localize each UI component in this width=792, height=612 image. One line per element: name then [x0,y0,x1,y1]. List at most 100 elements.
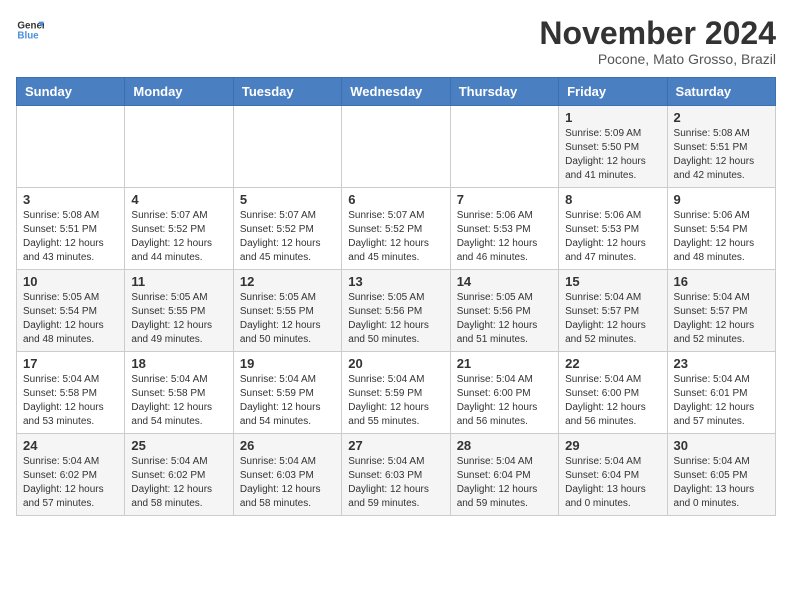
day-info: Sunrise: 5:06 AM Sunset: 5:54 PM Dayligh… [674,209,769,265]
day-number: 13 [348,274,443,289]
day-info: Sunrise: 5:08 AM Sunset: 5:51 PM Dayligh… [674,127,769,183]
day-info: Sunrise: 5:04 AM Sunset: 6:02 PM Dayligh… [131,455,226,511]
week-row-2: 3 Sunrise: 5:08 AM Sunset: 5:51 PM Daylig… [17,188,776,270]
day-number: 19 [240,356,335,371]
weekday-header-thursday: Thursday [450,78,558,106]
calendar-cell: 10 Sunrise: 5:05 AM Sunset: 5:54 PM Dayli… [17,270,125,352]
day-info: Sunrise: 5:06 AM Sunset: 5:53 PM Dayligh… [457,209,552,265]
day-info: Sunrise: 5:04 AM Sunset: 5:57 PM Dayligh… [674,291,769,347]
logo-icon: General Blue [16,16,44,44]
calendar-cell: 28 Sunrise: 5:04 AM Sunset: 6:04 PM Dayli… [450,434,558,516]
day-number: 16 [674,274,769,289]
day-info: Sunrise: 5:07 AM Sunset: 5:52 PM Dayligh… [131,209,226,265]
week-row-5: 24Sunrise: 5:04 AM Sunset: 6:02 PM Dayli… [17,434,776,516]
calendar-cell: 5 Sunrise: 5:07 AM Sunset: 5:52 PM Daylig… [233,188,341,270]
day-info: Sunrise: 5:04 AM Sunset: 6:03 PM Dayligh… [348,455,443,511]
day-number: 11 [131,274,226,289]
calendar-cell [125,106,233,188]
day-number: 30 [674,438,769,453]
calendar-cell: 14 Sunrise: 5:05 AM Sunset: 5:56 PM Dayli… [450,270,558,352]
weekday-header-tuesday: Tuesday [233,78,341,106]
calendar-cell: 16 Sunrise: 5:04 AM Sunset: 5:57 PM Dayli… [667,270,775,352]
day-number: 7 [457,192,552,207]
calendar-cell: 20 Sunrise: 5:04 AM Sunset: 5:59 PM Dayli… [342,352,450,434]
calendar-cell: 3 Sunrise: 5:08 AM Sunset: 5:51 PM Daylig… [17,188,125,270]
day-info: Sunrise: 5:05 AM Sunset: 5:54 PM Dayligh… [23,291,118,347]
calendar-cell: 25 Sunrise: 5:04 AM Sunset: 6:02 PM Dayli… [125,434,233,516]
day-number: 26 [240,438,335,453]
day-number: 10 [23,274,118,289]
day-number: 22 [565,356,660,371]
day-info: Sunrise: 5:04 AM Sunset: 6:03 PM Dayligh… [240,455,335,511]
month-title: November 2024 [539,16,776,51]
calendar-cell [342,106,450,188]
weekday-header-sunday: Sunday [17,78,125,106]
weekday-header-monday: Monday [125,78,233,106]
svg-text:Blue: Blue [17,30,39,41]
day-number: 25 [131,438,226,453]
day-info: Sunrise: 5:04 AM Sunset: 5:58 PM Dayligh… [23,373,118,429]
day-info: Sunrise: 5:05 AM Sunset: 5:56 PM Dayligh… [348,291,443,347]
weekday-header-row: SundayMondayTuesdayWednesdayThursdayFrid… [17,78,776,106]
calendar-cell: 7 Sunrise: 5:06 AM Sunset: 5:53 PM Daylig… [450,188,558,270]
day-info: Sunrise: 5:04 AM Sunset: 5:59 PM Dayligh… [348,373,443,429]
weekday-header-friday: Friday [559,78,667,106]
calendar-cell: 2 Sunrise: 5:08 AM Sunset: 5:51 PM Daylig… [667,106,775,188]
day-number: 17 [23,356,118,371]
calendar-cell [450,106,558,188]
day-info: Sunrise: 5:05 AM Sunset: 5:56 PM Dayligh… [457,291,552,347]
calendar-cell: 30 Sunrise: 5:04 AM Sunset: 6:05 PM Dayli… [667,434,775,516]
day-info: Sunrise: 5:04 AM Sunset: 6:01 PM Dayligh… [674,373,769,429]
day-number: 1 [565,110,660,125]
day-info: Sunrise: 5:08 AM Sunset: 5:51 PM Dayligh… [23,209,118,265]
weekday-header-saturday: Saturday [667,78,775,106]
calendar-cell: 12 Sunrise: 5:05 AM Sunset: 5:55 PM Dayli… [233,270,341,352]
day-info: Sunrise: 5:05 AM Sunset: 5:55 PM Dayligh… [131,291,226,347]
day-info: Sunrise: 5:04 AM Sunset: 6:04 PM Dayligh… [457,455,552,511]
week-row-4: 17 Sunrise: 5:04 AM Sunset: 5:58 PM Dayli… [17,352,776,434]
day-info: Sunrise: 5:05 AM Sunset: 5:55 PM Dayligh… [240,291,335,347]
location-subtitle: Pocone, Mato Grosso, Brazil [539,51,776,67]
day-number: 6 [348,192,443,207]
title-block: November 2024 Pocone, Mato Grosso, Brazi… [539,16,776,67]
day-number: 28 [457,438,552,453]
calendar-cell: 24Sunrise: 5:04 AM Sunset: 6:02 PM Dayli… [17,434,125,516]
day-number: 27 [348,438,443,453]
calendar-cell: 11 Sunrise: 5:05 AM Sunset: 5:55 PM Dayli… [125,270,233,352]
calendar-cell [233,106,341,188]
day-number: 20 [348,356,443,371]
calendar-cell: 21Sunrise: 5:04 AM Sunset: 6:00 PM Dayli… [450,352,558,434]
weekday-header-wednesday: Wednesday [342,78,450,106]
day-number: 5 [240,192,335,207]
day-number: 8 [565,192,660,207]
calendar-cell [17,106,125,188]
day-info: Sunrise: 5:04 AM Sunset: 6:02 PM Dayligh… [23,455,118,511]
calendar-cell: 8 Sunrise: 5:06 AM Sunset: 5:53 PM Daylig… [559,188,667,270]
calendar-cell: 6 Sunrise: 5:07 AM Sunset: 5:52 PM Daylig… [342,188,450,270]
day-info: Sunrise: 5:07 AM Sunset: 5:52 PM Dayligh… [348,209,443,265]
day-info: Sunrise: 5:04 AM Sunset: 5:59 PM Dayligh… [240,373,335,429]
day-info: Sunrise: 5:06 AM Sunset: 5:53 PM Dayligh… [565,209,660,265]
day-number: 14 [457,274,552,289]
day-number: 21 [457,356,552,371]
day-info: Sunrise: 5:04 AM Sunset: 6:05 PM Dayligh… [674,455,769,511]
day-info: Sunrise: 5:04 AM Sunset: 6:00 PM Dayligh… [565,373,660,429]
day-number: 9 [674,192,769,207]
calendar-cell: 13 Sunrise: 5:05 AM Sunset: 5:56 PM Dayli… [342,270,450,352]
day-number: 12 [240,274,335,289]
calendar-cell: 22 Sunrise: 5:04 AM Sunset: 6:00 PM Dayli… [559,352,667,434]
calendar-table: SundayMondayTuesdayWednesdayThursdayFrid… [16,77,776,516]
page-header: General Blue November 2024 Pocone, Mato … [16,16,776,67]
day-number: 3 [23,192,118,207]
calendar-cell: 1 Sunrise: 5:09 AM Sunset: 5:50 PM Daylig… [559,106,667,188]
day-info: Sunrise: 5:04 AM Sunset: 6:04 PM Dayligh… [565,455,660,511]
day-info: Sunrise: 5:09 AM Sunset: 5:50 PM Dayligh… [565,127,660,183]
day-number: 29 [565,438,660,453]
day-number: 2 [674,110,769,125]
calendar-cell: 15Sunrise: 5:04 AM Sunset: 5:57 PM Dayli… [559,270,667,352]
day-info: Sunrise: 5:07 AM Sunset: 5:52 PM Dayligh… [240,209,335,265]
day-info: Sunrise: 5:04 AM Sunset: 5:57 PM Dayligh… [565,291,660,347]
calendar-cell: 18Sunrise: 5:04 AM Sunset: 5:58 PM Dayli… [125,352,233,434]
day-number: 18 [131,356,226,371]
calendar-cell: 4Sunrise: 5:07 AM Sunset: 5:52 PM Daylig… [125,188,233,270]
